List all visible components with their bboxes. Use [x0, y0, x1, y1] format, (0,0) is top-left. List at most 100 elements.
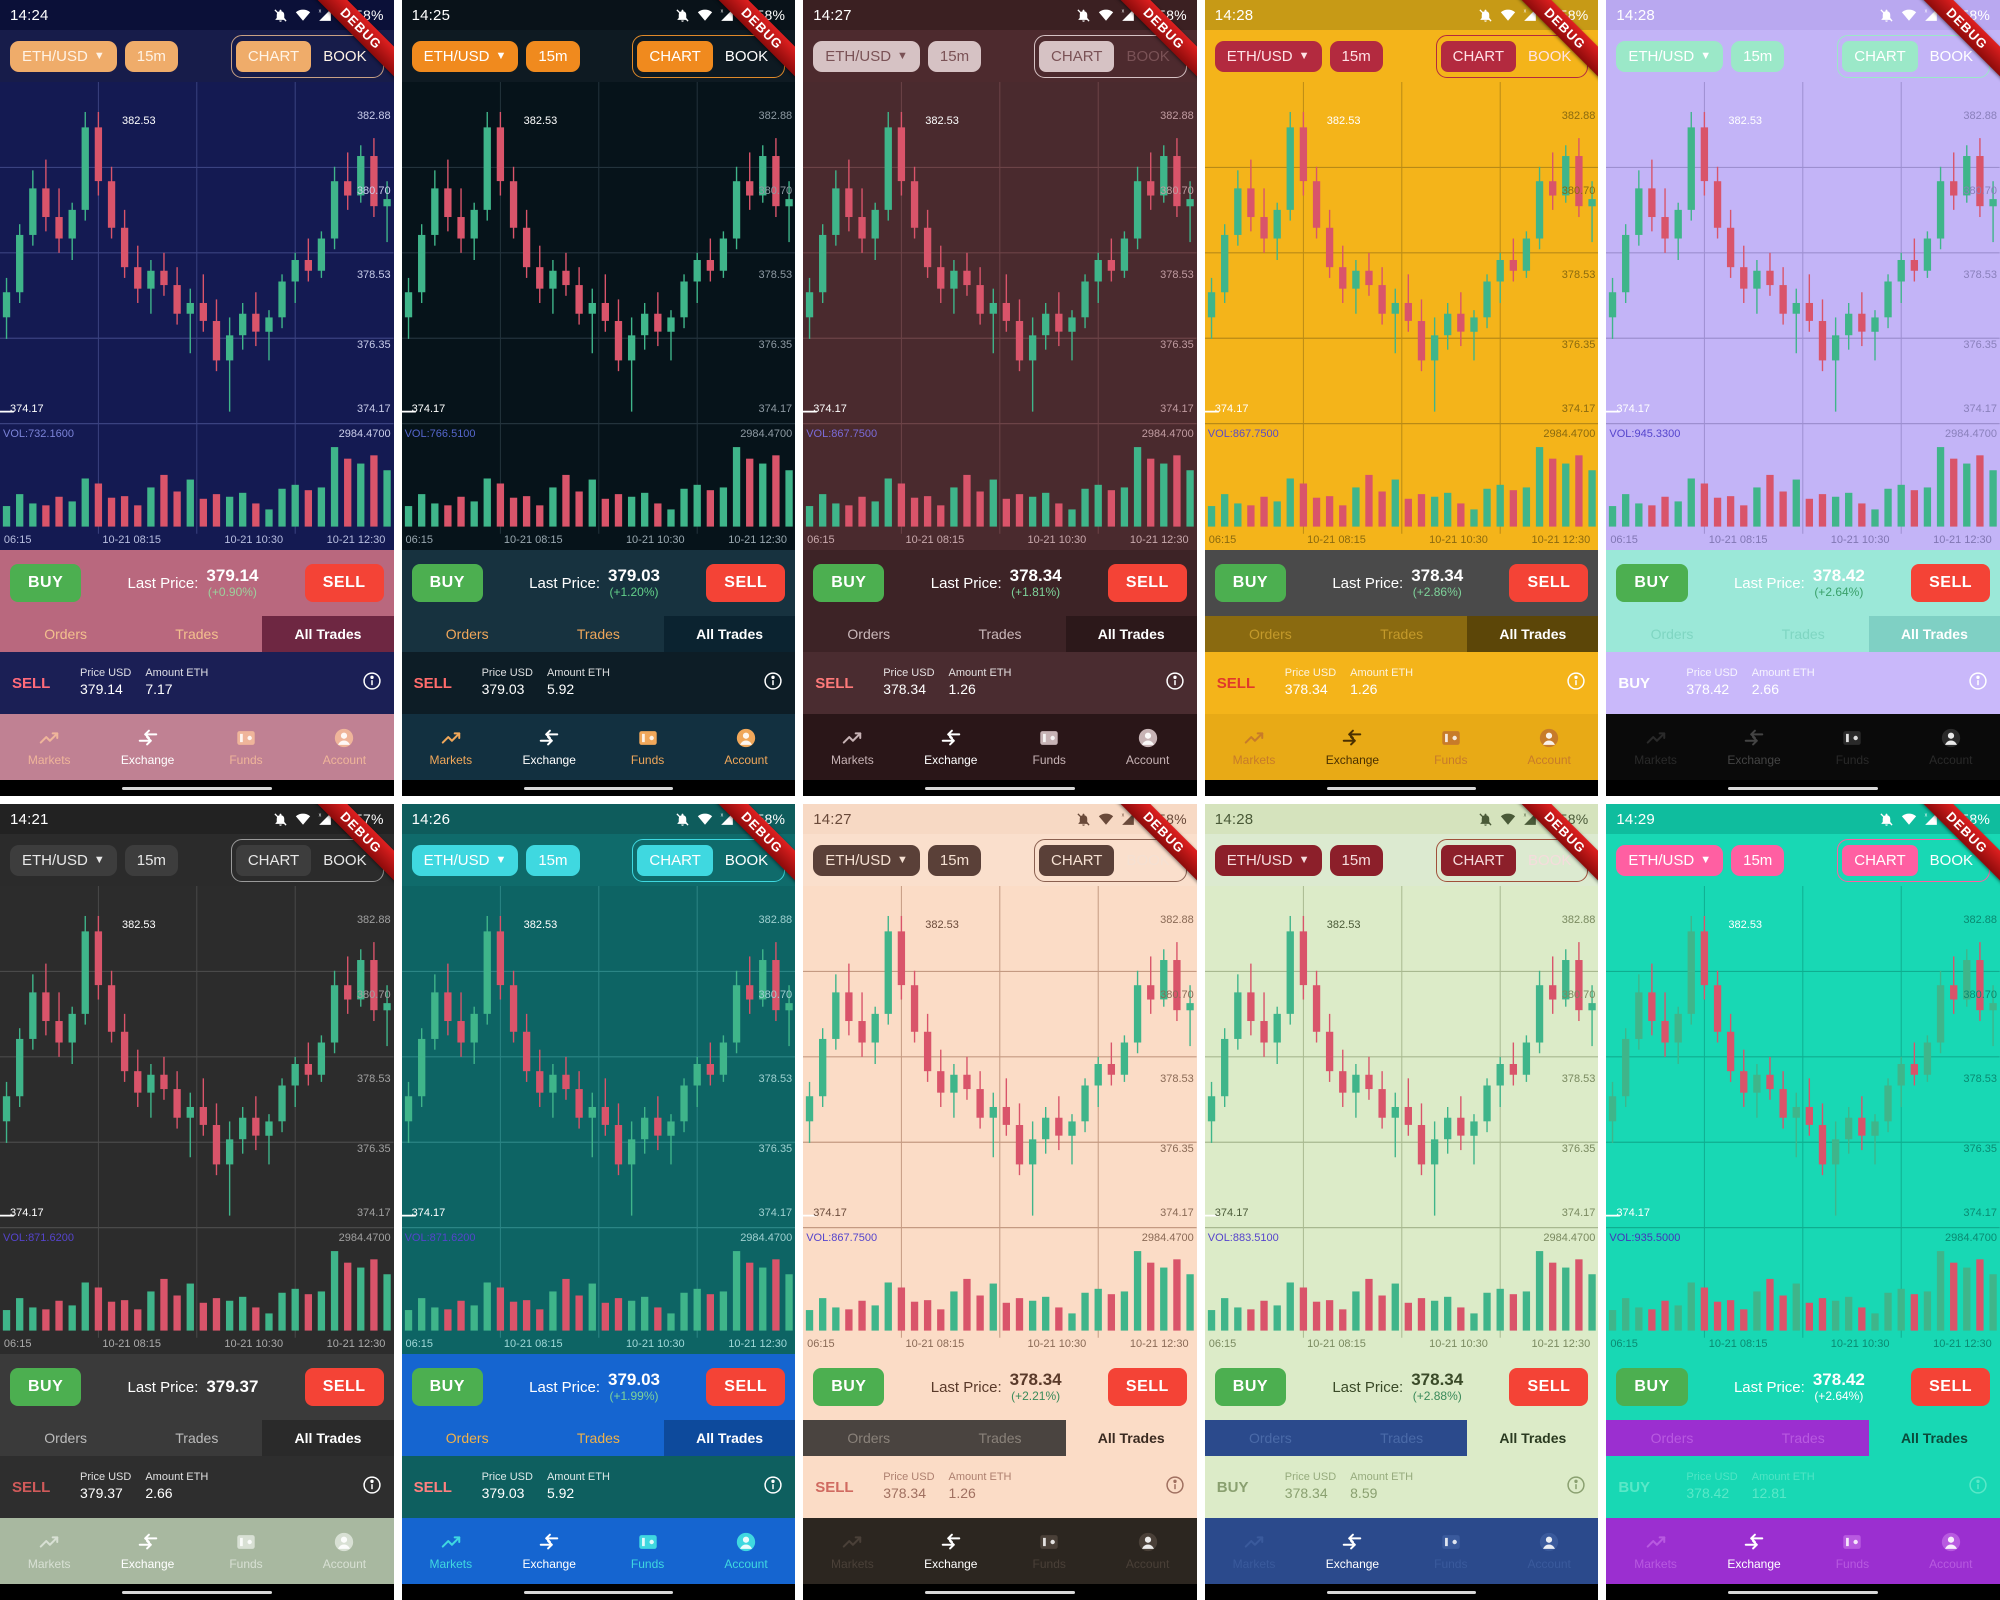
tab-all-trades[interactable]: All Trades	[1065, 1420, 1197, 1456]
trade-row[interactable]: SELL Price USD 378.34 Amount ETH 1.26	[803, 1456, 1197, 1518]
nav-item-funds[interactable]: Funds	[1000, 1531, 1098, 1571]
nav-item-funds[interactable]: Funds	[1803, 727, 1901, 767]
tab-all-trades[interactable]: All Trades	[262, 1420, 394, 1456]
tab-all-trades[interactable]: All Trades	[664, 616, 796, 652]
book-tab-button[interactable]: BOOK	[311, 40, 378, 73]
tab-orders[interactable]: Orders	[803, 616, 934, 652]
candlestick-chart[interactable]: 382.53 382.88 380.70 378.53 376.35 374.1…	[0, 886, 394, 1354]
pair-selector[interactable]: ETH/USD ▼	[1616, 844, 1724, 876]
interval-selector[interactable]: 15m	[927, 40, 982, 72]
pair-selector[interactable]: ETH/USD ▼	[813, 844, 920, 876]
nav-item-funds[interactable]: Funds	[1803, 1531, 1901, 1571]
sell-button[interactable]: SELL	[304, 564, 384, 602]
info-icon[interactable]	[1165, 671, 1185, 696]
candlestick-chart[interactable]: 382.53 382.88 380.70 378.53 376.35 374.1…	[401, 82, 796, 550]
trade-row[interactable]: BUY Price USD 378.42 Amount ETH 2.66	[1606, 652, 2000, 714]
info-icon[interactable]	[362, 1475, 382, 1500]
nav-item-funds[interactable]: Funds	[1402, 1531, 1500, 1571]
nav-item-exchange[interactable]: Exchange	[1705, 727, 1803, 767]
candlestick-chart[interactable]: 382.53 382.88 380.70 378.53 376.35 374.1…	[803, 886, 1197, 1354]
interval-selector[interactable]: 15m	[124, 844, 178, 876]
nav-item-markets[interactable]: Markets	[0, 727, 98, 767]
nav-item-funds[interactable]: Funds	[197, 727, 295, 767]
tab-orders[interactable]: Orders	[1205, 616, 1336, 652]
book-tab-button[interactable]: BOOK	[1516, 40, 1583, 73]
interval-selector[interactable]: 15m	[1731, 40, 1785, 72]
nav-item-exchange[interactable]: Exchange	[1303, 727, 1401, 767]
nav-item-markets[interactable]: Markets	[1606, 1531, 1704, 1571]
tab-trades[interactable]: Trades	[934, 1420, 1065, 1456]
tab-trades[interactable]: Trades	[533, 1420, 664, 1456]
nav-item-exchange[interactable]: Exchange	[500, 727, 598, 767]
tab-orders[interactable]: Orders	[0, 616, 131, 652]
interval-selector[interactable]: 15m	[1731, 844, 1785, 876]
info-icon[interactable]	[1968, 671, 1988, 696]
info-icon[interactable]	[362, 671, 382, 696]
candlestick-chart[interactable]: 382.53 382.88 380.70 378.53 376.35 374.1…	[0, 82, 394, 550]
candlestick-chart[interactable]: 382.53 382.88 380.70 378.53 376.35 374.1…	[1606, 82, 2000, 550]
tab-orders[interactable]: Orders	[0, 1420, 131, 1456]
buy-button[interactable]: BUY	[813, 564, 885, 602]
chart-tab-button[interactable]: CHART	[1440, 844, 1517, 876]
info-icon[interactable]	[1968, 1475, 1988, 1500]
nav-item-exchange[interactable]: Exchange	[1705, 1531, 1803, 1571]
info-icon[interactable]	[763, 671, 783, 696]
nav-item-exchange[interactable]: Exchange	[500, 1531, 598, 1571]
buy-button[interactable]: BUY	[1214, 1368, 1287, 1406]
nav-item-exchange[interactable]: Exchange	[98, 727, 196, 767]
trade-row[interactable]: BUY Price USD 378.34 Amount ETH 8.59	[1204, 1456, 1599, 1518]
candlestick-chart[interactable]: 382.53 382.88 380.70 378.53 376.35 374.1…	[1204, 82, 1599, 550]
sell-button[interactable]: SELL	[706, 564, 786, 602]
info-icon[interactable]	[1566, 671, 1586, 696]
nav-item-exchange[interactable]: Exchange	[1303, 1531, 1401, 1571]
sell-button[interactable]: SELL	[1509, 1368, 1589, 1406]
nav-item-account[interactable]: Account	[1902, 1531, 2000, 1571]
nav-item-markets[interactable]: Markets	[402, 1531, 500, 1571]
trade-row[interactable]: SELL Price USD 379.14 Amount ETH 7.17	[0, 652, 394, 714]
pair-selector[interactable]: ETH/USD ▼	[1616, 40, 1724, 72]
pair-selector[interactable]: ETH/USD ▼	[10, 40, 117, 72]
nav-item-markets[interactable]: Markets	[1606, 727, 1704, 767]
nav-item-funds[interactable]: Funds	[197, 1531, 295, 1571]
pair-selector[interactable]: ETH/USD ▼	[1214, 40, 1322, 72]
tab-trades[interactable]: Trades	[131, 616, 262, 652]
nav-item-account[interactable]: Account	[697, 727, 795, 767]
buy-button[interactable]: BUY	[1616, 1368, 1688, 1406]
nav-item-account[interactable]: Account	[1902, 727, 2000, 767]
nav-item-markets[interactable]: Markets	[0, 1531, 98, 1571]
book-tab-button[interactable]: BOOK	[1918, 40, 1985, 73]
chart-tab-button[interactable]: CHART	[235, 40, 312, 72]
buy-button[interactable]: BUY	[411, 1368, 483, 1406]
tab-all-trades[interactable]: All Trades	[1868, 1420, 2000, 1456]
buy-button[interactable]: BUY	[813, 1368, 885, 1406]
tab-orders[interactable]: Orders	[1606, 1420, 1737, 1456]
tab-orders[interactable]: Orders	[402, 1420, 533, 1456]
nav-item-exchange[interactable]: Exchange	[902, 727, 1000, 767]
candlestick-chart[interactable]: 382.53 382.88 380.70 378.53 376.35 374.1…	[803, 82, 1197, 550]
pair-selector[interactable]: ETH/USD ▼	[813, 40, 920, 72]
book-tab-button[interactable]: BOOK	[1516, 844, 1583, 877]
pair-selector[interactable]: ETH/USD ▼	[1214, 844, 1322, 876]
trade-row[interactable]: SELL Price USD 378.34 Amount ETH 1.26	[803, 652, 1197, 714]
interval-selector[interactable]: 15m	[526, 844, 580, 876]
chart-tab-button[interactable]: CHART	[235, 844, 312, 876]
tab-all-trades[interactable]: All Trades	[262, 616, 394, 652]
interval-selector[interactable]: 15m	[927, 844, 982, 876]
sell-button[interactable]: SELL	[1911, 564, 1990, 602]
nav-item-exchange[interactable]: Exchange	[98, 1531, 196, 1571]
tab-trades[interactable]: Trades	[131, 1420, 262, 1456]
candlestick-chart[interactable]: 382.53 382.88 380.70 378.53 376.35 374.1…	[1204, 886, 1599, 1354]
nav-item-markets[interactable]: Markets	[1205, 1531, 1303, 1571]
tab-trades[interactable]: Trades	[533, 616, 664, 652]
book-tab-button[interactable]: BOOK	[713, 40, 780, 73]
tab-all-trades[interactable]: All Trades	[664, 1420, 796, 1456]
sell-button[interactable]: SELL	[304, 1368, 384, 1406]
chart-tab-button[interactable]: CHART	[1039, 40, 1115, 72]
nav-item-account[interactable]: Account	[1500, 727, 1598, 767]
interval-selector[interactable]: 15m	[1329, 40, 1383, 72]
tab-trades[interactable]: Trades	[1738, 1420, 1869, 1456]
nav-item-funds[interactable]: Funds	[598, 1531, 696, 1571]
nav-item-account[interactable]: Account	[1098, 727, 1196, 767]
sell-button[interactable]: SELL	[706, 1368, 786, 1406]
nav-item-account[interactable]: Account	[295, 1531, 393, 1571]
